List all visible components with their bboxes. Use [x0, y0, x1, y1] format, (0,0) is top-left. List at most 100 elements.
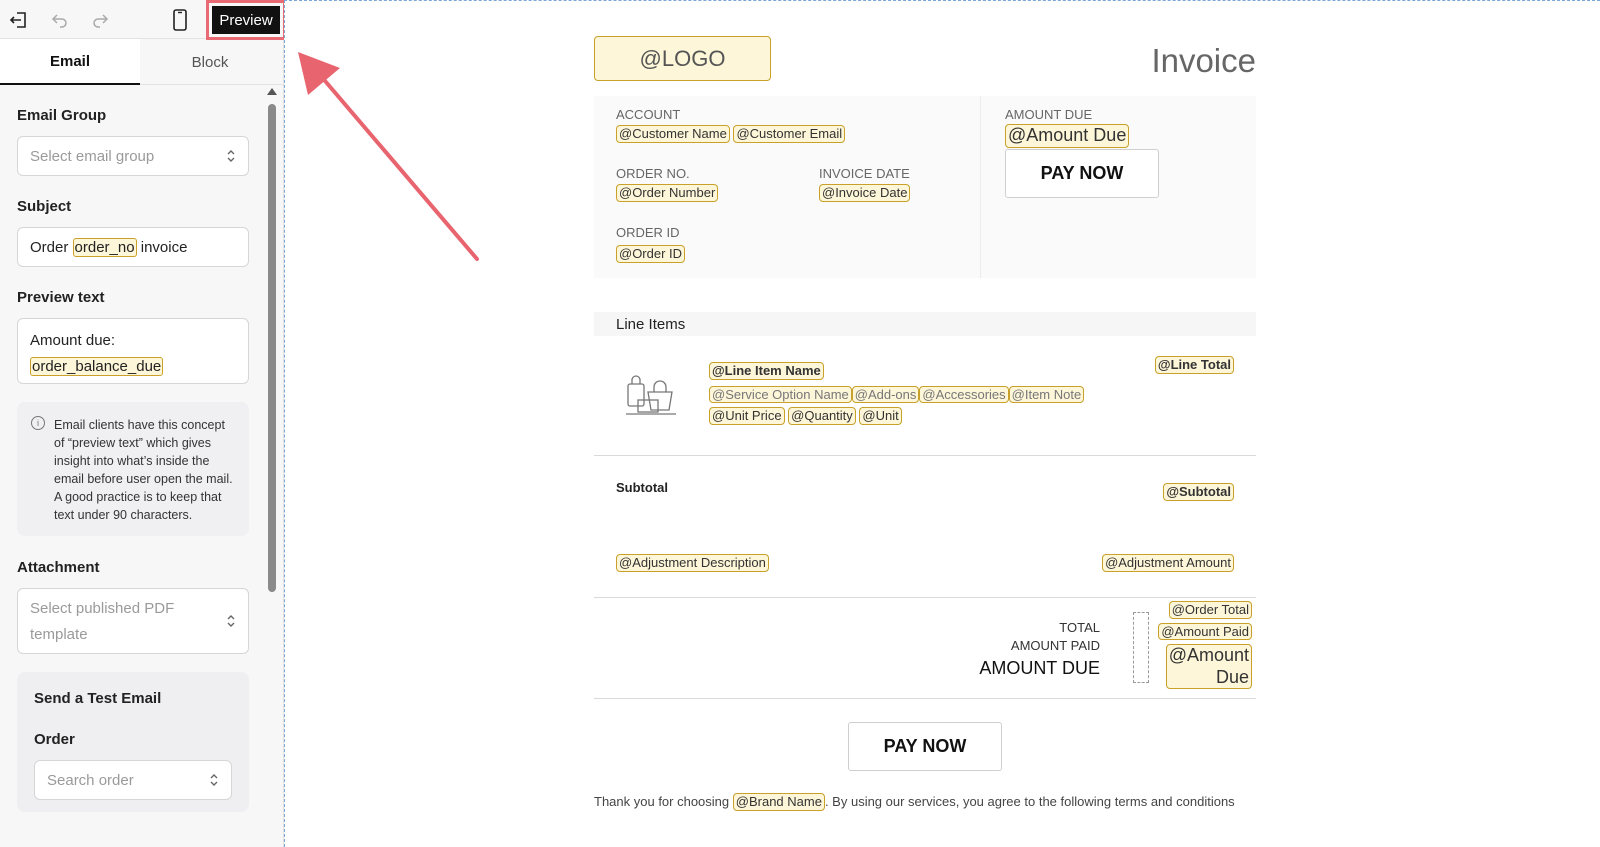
quantity-tag: @Quantity	[788, 407, 856, 425]
subject-prefix: Order	[30, 238, 69, 256]
spacer-block[interactable]	[1133, 612, 1149, 683]
scroll-up-arrow-icon[interactable]	[267, 88, 277, 95]
logo-placeholder[interactable]: @LOGO	[594, 36, 771, 81]
settings-panel: Preview Email Block Email Group Select e…	[0, 0, 286, 847]
email-group-select[interactable]: Select email group	[17, 136, 249, 176]
subject-input[interactable]: Order order_no invoice	[17, 227, 249, 267]
amount-paid-tag: @Amount Paid	[1158, 622, 1252, 641]
footer-text: Thank you for choosing @Brand Name. By u…	[594, 793, 1235, 811]
preview-text-merge-tag: order_balance_due	[30, 357, 164, 376]
summary-divider	[980, 96, 981, 278]
tab-email[interactable]: Email	[0, 39, 140, 85]
preview-text-prefix: Amount due:	[30, 332, 116, 349]
totals-values: @Order Total @Amount Paid @Amount Due	[1158, 601, 1252, 690]
undo-icon[interactable]	[49, 9, 71, 31]
invoice-date-caption: INVOICE DATE	[819, 166, 910, 181]
tab-block[interactable]: Block	[140, 39, 280, 85]
adjustment-amount-tag: @Adjustment Amount	[1102, 554, 1234, 572]
invoice-date-tag: @Invoice Date	[819, 184, 911, 202]
editor-toolbar: Preview	[0, 0, 286, 40]
order-no-caption: ORDER NO.	[616, 166, 690, 181]
email-group-label: Email Group	[17, 107, 107, 124]
order-total-tag: @Order Total	[1168, 601, 1252, 619]
email-group-placeholder: Select email group	[30, 147, 155, 165]
panel-body: Email Group Select email group Subject O…	[0, 86, 266, 847]
attachment-select[interactable]: Select published PDF template	[17, 588, 249, 654]
order-search-placeholder: Search order	[47, 771, 134, 789]
invoice-date-block: INVOICE DATE @Invoice Date	[819, 166, 911, 202]
order-id-caption: ORDER ID	[616, 225, 680, 240]
product-image-icon	[626, 375, 676, 415]
customer-name-tag: @Customer Name	[616, 125, 730, 143]
preview-text-info-text: Email clients have this concept of “prev…	[54, 418, 233, 522]
subject-label: Subject	[17, 198, 72, 215]
attachment-label: Attachment	[17, 559, 100, 576]
subtotal-label: Subtotal	[616, 480, 668, 495]
accessories-tag: @Accessories	[919, 385, 1009, 404]
order-label: Order	[34, 731, 75, 748]
order-number-tag: @Order Number	[616, 184, 719, 202]
amount-paid-label: AMOUNT PAID	[1010, 638, 1100, 653]
footer-suffix: . By using our services, you agree to th…	[824, 794, 1235, 809]
line-total-cell: @Line Total	[1154, 356, 1234, 374]
subtotal-tag: @Subtotal	[1163, 483, 1234, 501]
line-total-tag: @Line Total	[1154, 356, 1234, 374]
chevron-updown-icon	[227, 150, 235, 162]
amount-due-total-tag: @Amount Due	[1165, 644, 1252, 690]
account-block: ACCOUNT @Customer Name @Customer Email	[616, 107, 846, 143]
order-no-block: ORDER NO. @Order Number	[616, 166, 719, 202]
adjustment-description-tag: @Adjustment Description	[616, 554, 769, 572]
test-email-title: Send a Test Email	[34, 690, 162, 707]
invoice-summary: ACCOUNT @Customer Name @Customer Email O…	[594, 96, 1256, 278]
adjustment-description-cell: @Adjustment Description	[616, 554, 769, 572]
subject-merge-tag: order_no	[72, 237, 137, 257]
unit-price-tag: @Unit Price	[709, 407, 785, 425]
amount-due-total-line2: Due	[1215, 666, 1249, 687]
divider	[594, 597, 1256, 598]
exit-icon[interactable]	[8, 9, 30, 31]
order-search-select[interactable]: Search order	[34, 760, 232, 800]
order-id-tag: @Order ID	[616, 245, 686, 263]
customer-email-tag: @Customer Email	[733, 125, 846, 143]
amount-due-caption: AMOUNT DUE	[1005, 107, 1093, 122]
attachment-placeholder-line1: Select published PDF	[30, 600, 175, 617]
pay-now-button-top[interactable]: PAY NOW	[1005, 149, 1159, 198]
brand-name-tag: @Brand Name	[732, 793, 825, 811]
addons-tag: @Add-ons	[851, 385, 920, 404]
preview-text-label: Preview text	[17, 289, 105, 306]
preview-text-input[interactable]: Amount due: order_balance_due	[17, 318, 249, 384]
line-items-heading: Line Items	[594, 312, 1256, 336]
chevron-updown-icon	[210, 774, 218, 786]
amount-due-block: AMOUNT DUE @Amount Due	[1005, 107, 1130, 148]
item-note-tag: @Item Note	[1008, 385, 1085, 404]
service-option-tag: @Service Option Name	[709, 385, 852, 404]
invoice-title: Invoice	[1151, 42, 1256, 79]
panel-scrollbar[interactable]	[266, 86, 278, 847]
mobile-view-icon[interactable]	[169, 9, 191, 31]
scrollbar-thumb[interactable]	[268, 104, 276, 592]
footer-prefix: Thank you for choosing	[594, 794, 730, 809]
redo-icon[interactable]	[89, 9, 111, 31]
subtotal-cell: @Subtotal	[1163, 483, 1234, 501]
divider	[594, 455, 1256, 456]
line-item-details: @Line Item Name @Service Option Name @Add…	[709, 362, 1085, 425]
line-item-name-tag: @Line Item Name	[709, 362, 824, 380]
order-id-block: ORDER ID @Order ID	[616, 225, 686, 263]
panel-tabs: Email Block	[0, 39, 283, 85]
chevron-updown-icon	[227, 615, 235, 627]
divider	[594, 698, 1256, 699]
amount-due-total-line1: @Amount	[1168, 645, 1249, 666]
preview-button[interactable]: Preview	[206, 0, 286, 40]
amount-due-tag: @Amount Due	[1005, 124, 1130, 148]
amount-due-label: AMOUNT DUE	[979, 658, 1100, 678]
totals-labels: TOTAL AMOUNT PAID AMOUNT DUE	[979, 619, 1100, 677]
attachment-placeholder-line2: template	[30, 626, 88, 643]
preview-text-info: i Email clients have this concept of “pr…	[17, 402, 249, 536]
info-icon: i	[31, 416, 45, 430]
adjustment-amount-cell: @Adjustment Amount	[1102, 554, 1234, 572]
unit-tag: @Unit	[859, 407, 902, 425]
pay-now-button-bottom[interactable]: PAY NOW	[848, 722, 1002, 771]
account-caption: ACCOUNT	[616, 107, 681, 122]
preview-button-label: Preview	[212, 6, 280, 34]
test-email-section: Send a Test Email Order Search order	[17, 672, 249, 812]
